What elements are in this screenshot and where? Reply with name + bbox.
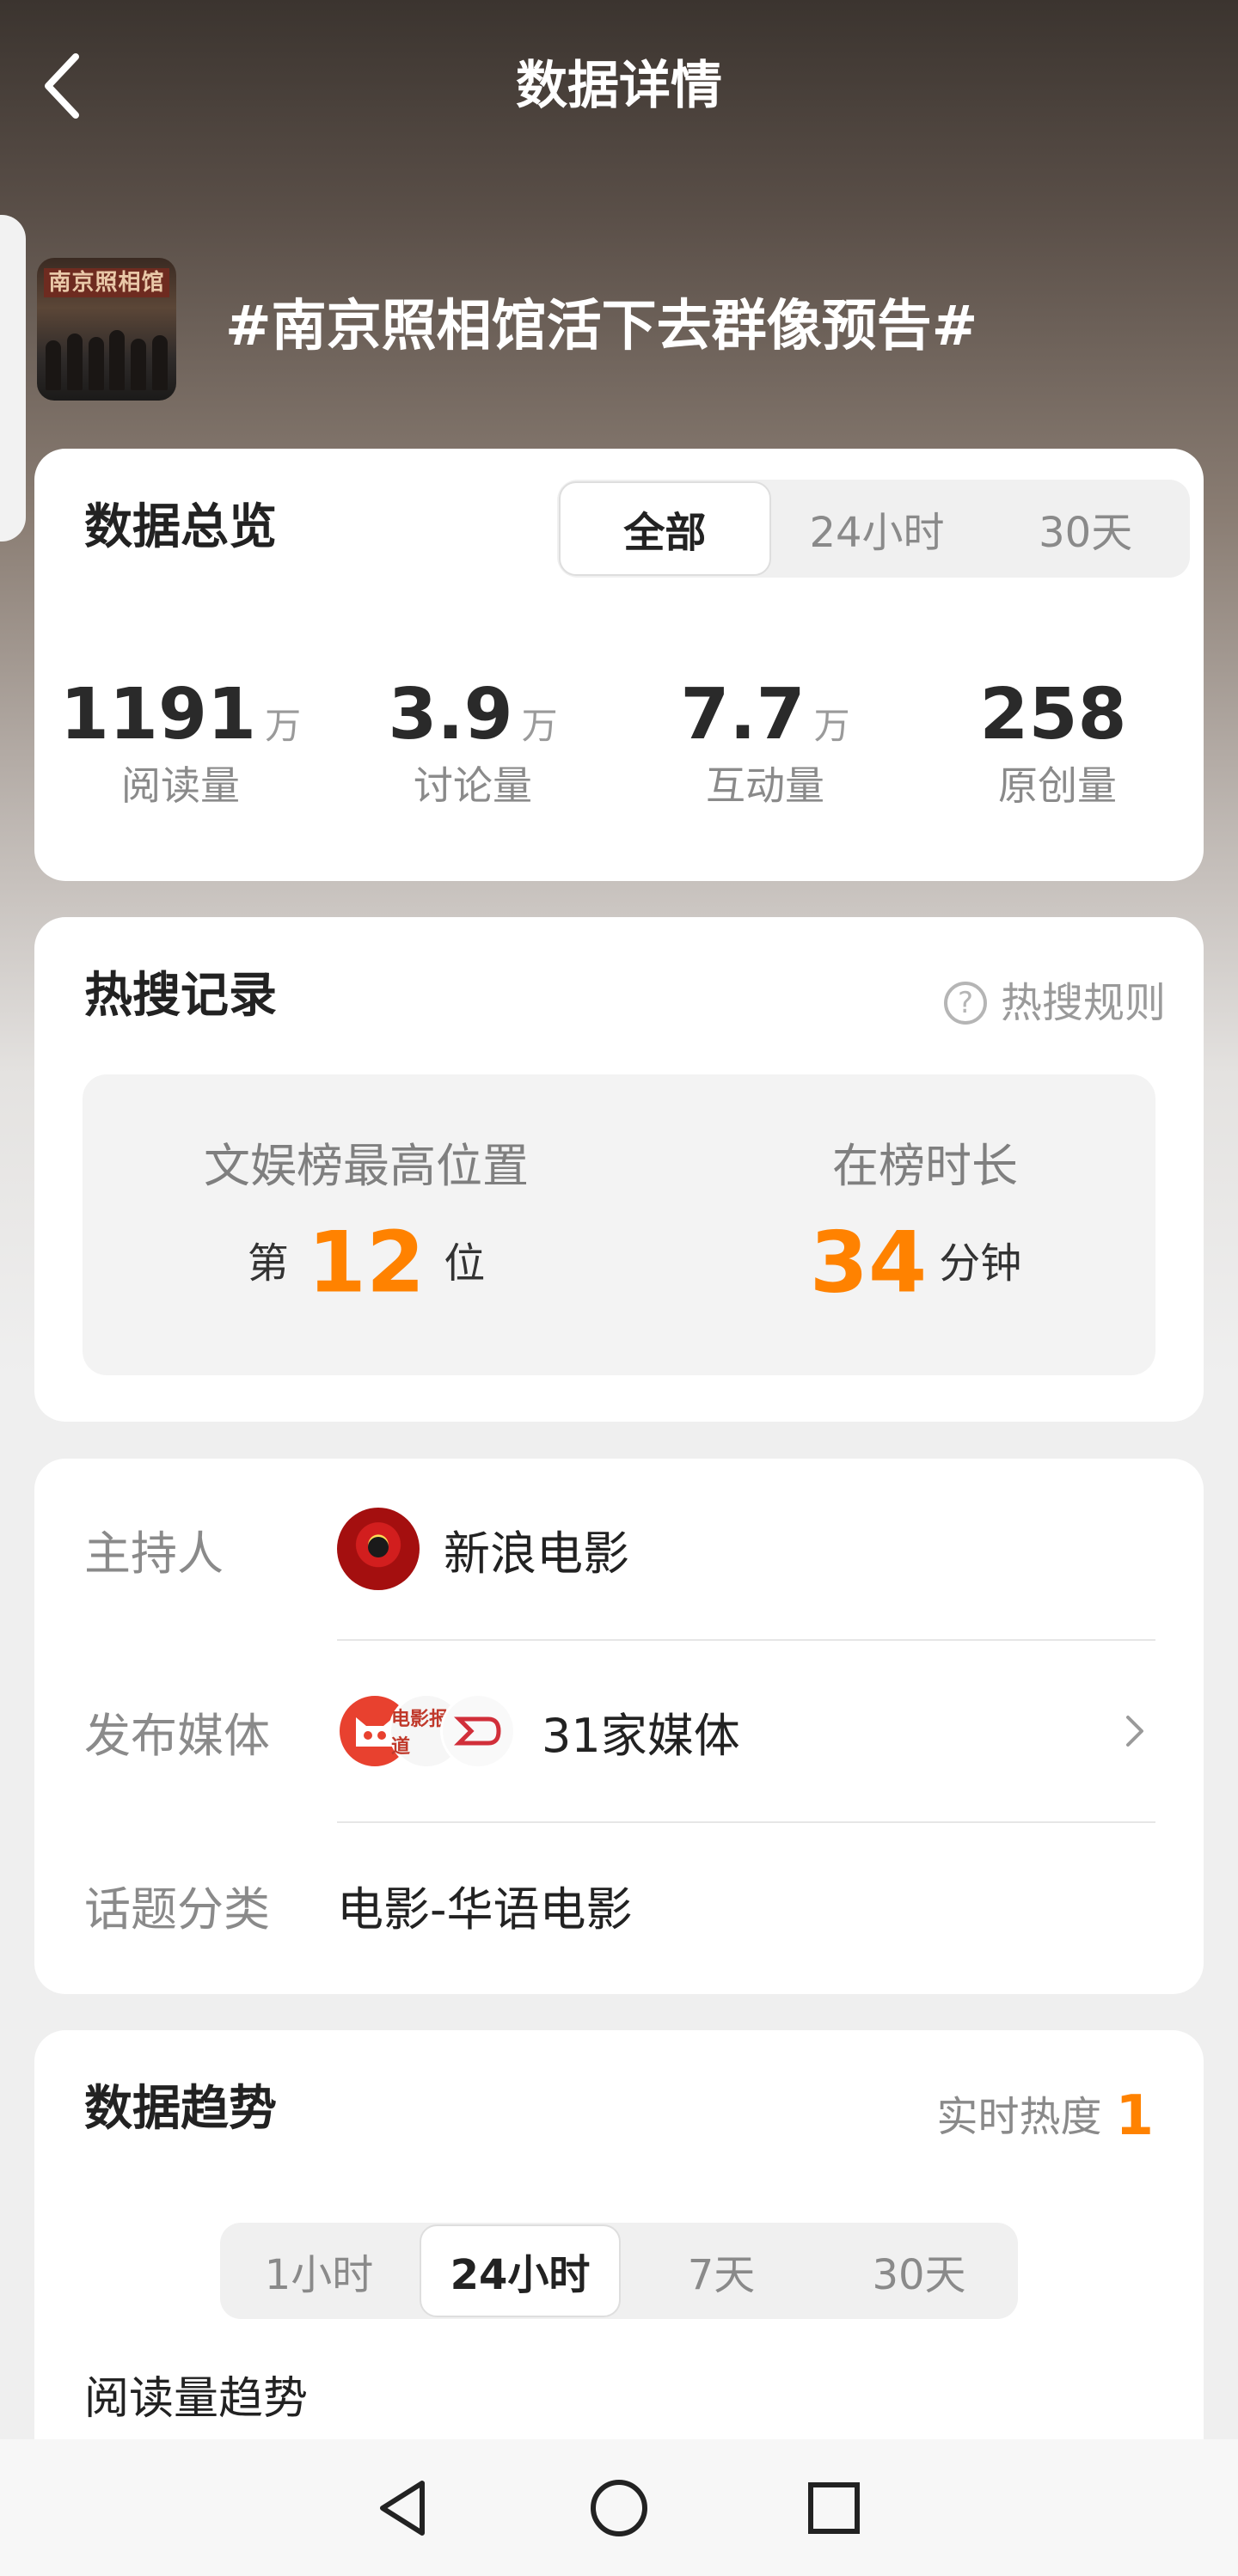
hot-search-title: 热搜记录 <box>84 968 277 1024</box>
stat-label: 讨论量 <box>414 762 532 809</box>
stat-value: 7.7 <box>680 674 806 756</box>
stat-discussions: 3.9 万 讨论量 <box>327 672 619 813</box>
trend-range-tabs: 1小时 24小时 7天 30天 <box>220 2223 1018 2319</box>
system-recents-button[interactable] <box>795 2469 873 2547</box>
stat-label: 原创量 <box>998 762 1117 809</box>
back-triangle-icon <box>380 2480 425 2536</box>
duration-label: 在榜时长 <box>832 1139 1018 1193</box>
tab-7d[interactable]: 7天 <box>622 2223 820 2319</box>
duration-suffix: 分钟 <box>939 1239 1022 1288</box>
best-position-label: 文娱榜最高位置 <box>204 1139 529 1193</box>
tab-30d[interactable]: 30天 <box>981 480 1190 578</box>
best-position: 文娱榜最高位置 第 12 位 <box>151 1135 581 1311</box>
stat-unit: 万 <box>813 705 850 747</box>
stat-reads: 1191 万 阅读量 <box>34 672 327 813</box>
thumbnail-figures <box>46 330 168 390</box>
topic-title: #南京照相馆活下去群像预告# <box>225 295 978 358</box>
hot-search-card: 热搜记录 ? 热搜规则 文娱榜最高位置 第 12 位 在榜时长 34 分钟 <box>34 917 1204 1422</box>
system-nav-bar <box>0 2439 1238 2576</box>
stat-value: 1191 <box>59 674 257 756</box>
recents-square-icon <box>808 2481 860 2534</box>
host-name: 新浪电影 <box>444 1526 629 1581</box>
media-row[interactable]: 发布媒体 电影报道 31家媒体 <box>84 1641 1155 1821</box>
top-bar: 数据详情 <box>0 0 1238 172</box>
trend-title: 数据趋势 <box>84 2081 277 2137</box>
hot-search-rules-link[interactable]: ? 热搜规则 <box>943 969 1166 1037</box>
tab-24h[interactable]: 24小时 <box>420 2224 621 2317</box>
overview-range-tabs: 全部 24小时 30天 <box>557 480 1190 578</box>
tab-all[interactable]: 全部 <box>559 481 771 576</box>
stat-value: 3.9 <box>388 674 513 756</box>
media-count: 31家媒体 <box>542 1708 740 1763</box>
host-label: 主持人 <box>84 1526 224 1581</box>
category-value: 电影-华语电影 <box>337 1882 633 1937</box>
stat-label: 阅读量 <box>121 762 240 809</box>
hot-search-summary: 文娱榜最高位置 第 12 位 在榜时长 34 分钟 <box>83 1074 1155 1375</box>
page-title: 数据详情 <box>516 56 722 116</box>
system-back-button[interactable] <box>365 2469 443 2547</box>
media-label: 发布媒体 <box>84 1708 270 1763</box>
tab-24h[interactable]: 24小时 <box>773 480 982 578</box>
tab-1h[interactable]: 1小时 <box>220 2223 418 2319</box>
topic-info-card: 主持人 新浪电影 发布媒体 电影报道 31家媒体 话题分类 电影-华语电影 <box>34 1459 1204 1994</box>
position-value: 12 <box>307 1214 426 1312</box>
stat-interactions: 7.7 万 互动量 <box>619 672 911 813</box>
host-avatar <box>337 1508 420 1590</box>
duration-value: 34 <box>809 1214 928 1312</box>
overview-card: 数据总览 全部 24小时 30天 1191 万 阅读量 3.9 万 讨论量 7.7 万… <box>34 449 1204 881</box>
system-home-button[interactable] <box>580 2469 658 2547</box>
stat-unit: 万 <box>521 705 558 747</box>
thumbnail-sign: 南京照相馆 <box>44 268 169 297</box>
realtime-heat: 实时热度 1 <box>936 2082 1154 2151</box>
host-row[interactable]: 主持人 新浪电影 <box>84 1459 1155 1639</box>
stat-label: 互动量 <box>706 762 824 809</box>
stat-unit: 万 <box>265 705 302 747</box>
tab-30d[interactable]: 30天 <box>820 2223 1018 2319</box>
topic-thumbnail: 南京照相馆 <box>37 258 176 401</box>
home-circle-icon <box>591 2479 647 2536</box>
page: 数据详情 南京照相馆 #南京照相馆活下去群像预告# 数据总览 全部 24小时 3… <box>0 0 1238 2576</box>
chevron-right-icon <box>1126 1716 1143 1747</box>
rules-label: 热搜规则 <box>1000 979 1166 1027</box>
on-list-duration: 在榜时长 34 分钟 <box>762 1135 1088 1311</box>
overview-stats: 1191 万 阅读量 3.9 万 讨论量 7.7 万 互动量 258 原创量 <box>34 672 1204 813</box>
read-trend-subtitle: 阅读量趋势 <box>84 2373 309 2425</box>
media-avatar <box>440 1693 516 1769</box>
position-prefix: 第 <box>247 1239 289 1288</box>
side-drawer-handle[interactable] <box>0 215 26 542</box>
position-suffix: 位 <box>444 1239 486 1288</box>
category-label: 话题分类 <box>84 1882 270 1937</box>
overview-title: 数据总览 <box>84 499 277 555</box>
realtime-value: 1 <box>1115 2084 1154 2148</box>
help-circle-icon: ? <box>943 982 987 1025</box>
stat-value: 258 <box>979 674 1127 756</box>
realtime-label: 实时热度 <box>936 2093 1102 2141</box>
category-row: 话题分类 电影-华语电影 <box>84 1823 1155 1986</box>
media-avatars: 电影报道 <box>337 1693 516 1769</box>
stat-originals: 258 原创量 <box>911 672 1204 813</box>
